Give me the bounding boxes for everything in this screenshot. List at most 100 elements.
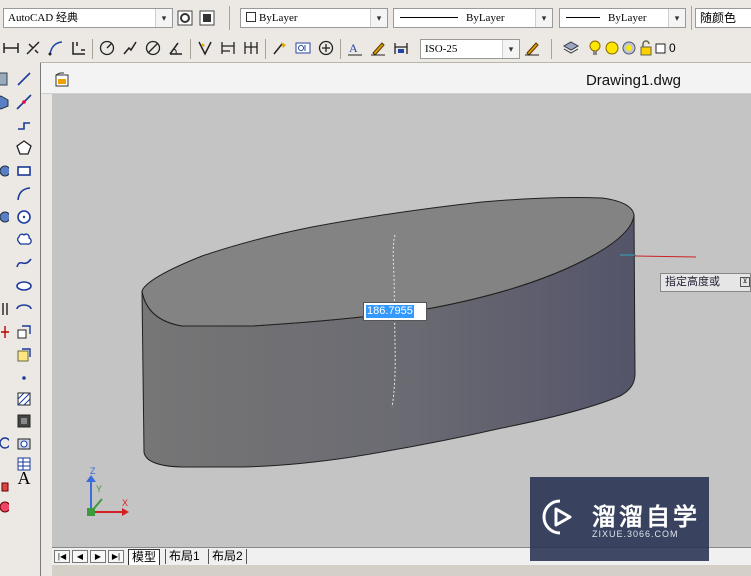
tab-layout2[interactable]: 布局2 <box>208 549 247 564</box>
revision-cloud-icon[interactable] <box>15 231 33 249</box>
customize-icon[interactable] <box>198 9 216 27</box>
dimension-update-icon[interactable] <box>392 39 410 57</box>
workspace-dropdown[interactable]: AutoCAD 经典 ▾ <box>3 8 173 28</box>
ordinate-dimension-icon[interactable] <box>70 39 88 57</box>
workspace-settings-icon[interactable] <box>176 9 194 27</box>
drawing-titlebar: Drawing1.dwg <box>41 63 751 94</box>
leader-icon[interactable] <box>271 39 289 57</box>
rectangle-icon[interactable] <box>15 162 33 180</box>
workspace-value: AutoCAD 经典 <box>8 12 78 24</box>
gradient-icon[interactable] <box>15 412 33 430</box>
plot-style-dropdown[interactable]: 随颜色 <box>695 8 751 28</box>
polyline-icon[interactable] <box>15 116 33 134</box>
last-tab-button[interactable]: ▶| <box>108 550 124 563</box>
options-down-icon[interactable]: ⊻ <box>740 277 750 287</box>
mirror-icon[interactable] <box>0 162 10 180</box>
dimension-toolbar-row: A ISO-25 ▾ 0 <box>0 35 751 63</box>
construction-line-icon[interactable] <box>15 93 33 111</box>
center-mark-icon[interactable] <box>317 39 335 57</box>
next-tab-button[interactable]: ▶ <box>90 550 106 563</box>
ucs-x-label: X <box>122 498 129 508</box>
dimension-edit-icon[interactable]: A <box>346 39 364 57</box>
dim-style-dropdown[interactable]: ISO-25 ▾ <box>420 39 520 59</box>
continue-dimension-icon[interactable] <box>242 39 260 57</box>
circle-icon[interactable] <box>15 208 33 226</box>
dynamic-input-field[interactable]: 186.7955 <box>363 302 427 321</box>
copy-icon[interactable] <box>0 93 10 111</box>
ellipse-icon[interactable] <box>15 277 33 295</box>
dimension-text-edit-icon[interactable] <box>369 39 387 57</box>
separator <box>190 39 191 59</box>
first-tab-button[interactable]: |◀ <box>54 550 70 563</box>
lightbulb-icon[interactable] <box>586 39 604 57</box>
dimension-style-icon[interactable] <box>523 39 541 57</box>
multiline-text-icon[interactable]: A <box>15 468 33 488</box>
drawing-title: Drawing1.dwg <box>585 72 681 89</box>
rotate-icon[interactable] <box>0 434 10 452</box>
dynamic-prompt-text: 指定高度或 <box>665 276 720 288</box>
line-icon[interactable] <box>15 70 33 88</box>
svg-text:A: A <box>349 41 358 55</box>
ucs-icon <box>86 475 129 516</box>
separator <box>340 39 341 59</box>
color-control-dropdown[interactable]: ByLayer ▾ <box>240 8 388 28</box>
polygon-icon[interactable] <box>15 139 33 157</box>
prev-tab-button[interactable]: ◀ <box>72 550 88 563</box>
stretch-icon[interactable] <box>0 498 10 516</box>
chevron-down-icon: ▾ <box>155 9 172 27</box>
current-layer-name: 0 <box>669 41 676 55</box>
point-icon[interactable] <box>15 369 33 387</box>
move-icon[interactable] <box>0 323 10 341</box>
watermark-title: 溜溜自学 <box>592 504 700 531</box>
linetype-dropdown[interactable]: ByLayer ▾ <box>393 8 553 28</box>
drawing-file-icon[interactable] <box>54 72 70 91</box>
layer-properties-icon[interactable] <box>562 39 580 57</box>
play-logo-icon <box>542 499 572 535</box>
quick-dimension-icon[interactable] <box>196 39 214 57</box>
tolerance-icon[interactable] <box>294 39 312 57</box>
tab-layout1[interactable]: 布局1 <box>165 549 203 564</box>
watermark-overlay: 溜溜自学 ZIXUE.3066.COM <box>530 477 709 561</box>
color-control-value: ByLayer <box>259 12 298 24</box>
make-block-icon[interactable] <box>15 346 33 364</box>
scale-icon[interactable] <box>0 478 10 496</box>
line-sample-icon <box>566 17 600 18</box>
erase-icon[interactable] <box>0 70 10 88</box>
draw-modify-toolbar: A <box>0 62 41 576</box>
offset-icon[interactable] <box>0 208 10 226</box>
sun-freeze-icon[interactable] <box>603 39 621 57</box>
chevron-down-icon: ▾ <box>370 9 387 27</box>
chevron-down-icon: ▾ <box>535 9 552 27</box>
dim-style-value: ISO-25 <box>425 43 458 55</box>
ucs-y-label: Y <box>96 484 103 494</box>
viewport-freeze-icon[interactable] <box>620 39 638 57</box>
separator <box>265 39 266 59</box>
standard-toolbar-row: AutoCAD 经典 ▾ ByLayer ▾ ByLayer ▾ ByLayer… <box>0 0 751 36</box>
linear-dimension-icon[interactable] <box>2 39 20 57</box>
region-icon[interactable] <box>15 434 33 452</box>
insert-block-icon[interactable] <box>15 323 33 341</box>
radius-dimension-icon[interactable] <box>98 39 116 57</box>
separator <box>229 6 230 30</box>
layer-color-swatch-icon <box>651 39 669 57</box>
spline-icon[interactable] <box>15 254 33 272</box>
chevron-down-icon: ▾ <box>502 40 519 58</box>
ellipse-arc-icon[interactable] <box>15 300 33 318</box>
baseline-dimension-icon[interactable] <box>219 39 237 57</box>
line-sample-icon <box>400 17 458 18</box>
separator <box>92 39 93 59</box>
angular-dimension-icon[interactable] <box>167 39 185 57</box>
horizontal-scrollbar[interactable] <box>52 565 751 576</box>
diameter-dimension-icon[interactable] <box>144 39 162 57</box>
array-icon[interactable] <box>0 300 10 318</box>
lineweight-dropdown[interactable]: ByLayer ▾ <box>559 8 686 28</box>
separator <box>691 6 692 30</box>
jogged-dimension-icon[interactable] <box>121 39 139 57</box>
arc-icon[interactable] <box>15 185 33 203</box>
aligned-dimension-icon[interactable] <box>24 39 42 57</box>
color-swatch-icon <box>246 12 256 22</box>
tab-model[interactable]: 模型 <box>128 549 161 566</box>
arc-length-icon[interactable] <box>47 39 65 57</box>
crosshair-red-line <box>634 255 697 258</box>
hatch-icon[interactable] <box>15 390 33 408</box>
